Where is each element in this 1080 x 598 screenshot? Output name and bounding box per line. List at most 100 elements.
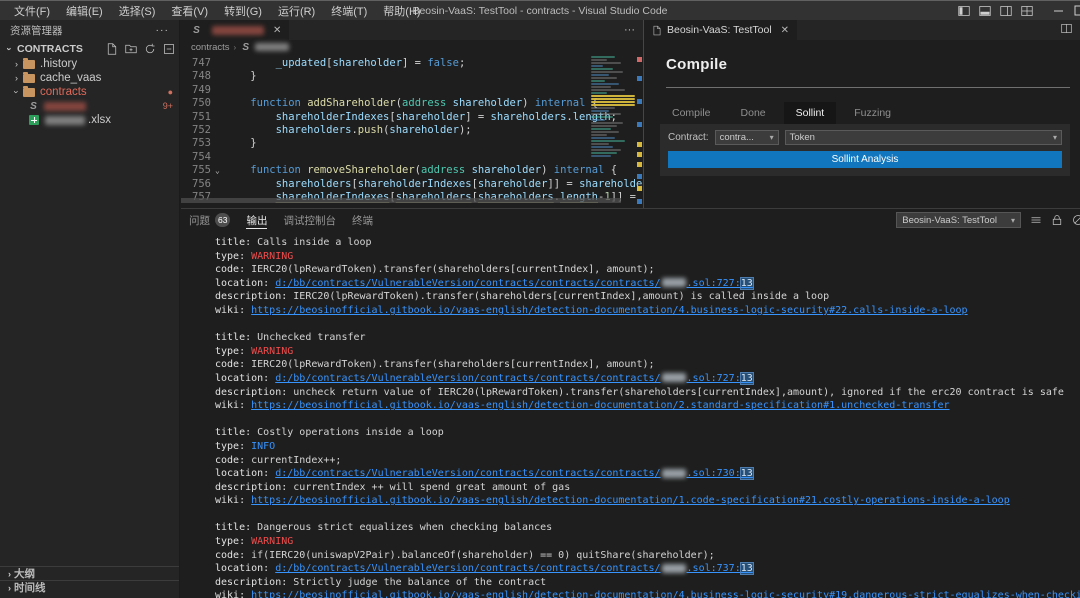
- finding-title-value: Calls inside a loop: [257, 237, 371, 248]
- outline-label: 大纲: [14, 566, 35, 581]
- split-editor-icon[interactable]: [1061, 23, 1072, 37]
- chevron-right-icon: ›: [12, 73, 21, 83]
- panel-tab[interactable]: 问题63: [189, 209, 230, 231]
- menu-item[interactable]: 选择(S): [111, 1, 164, 21]
- folder-icon: [23, 88, 35, 97]
- vaas-tab-fuzzing[interactable]: Fuzzing: [842, 102, 903, 124]
- tree-item-sol[interactable]: S9+: [0, 99, 179, 113]
- menu-item[interactable]: 终端(T): [323, 1, 375, 21]
- close-tab-icon[interactable]: ✕: [273, 25, 281, 36]
- chevron-down-icon: ›: [12, 88, 22, 97]
- code-line[interactable]: 747 _updated[shareholder] = false;: [181, 57, 643, 70]
- finding-title-value: Unchecked transfer: [257, 332, 365, 343]
- field-key: type:: [215, 251, 251, 262]
- code-line[interactable]: 749: [181, 84, 643, 97]
- menu-item[interactable]: 转到(G): [216, 1, 270, 21]
- fold-chevron-icon: ⌄: [215, 164, 225, 177]
- location-column-highlight: 13: [741, 373, 753, 384]
- code-line[interactable]: 751 shareholderIndexes[shareholder] = sh…: [181, 111, 643, 124]
- field-key: title:: [215, 332, 257, 343]
- tree-item-contracts[interactable]: ›contracts●: [0, 85, 179, 99]
- vaas-tab-sollint[interactable]: Sollint: [784, 102, 837, 124]
- line-number: 755: [181, 164, 215, 177]
- finding-wiki: wiki: https://beosinofficial.gitbook.io/…: [215, 494, 1080, 508]
- code-line[interactable]: 753 }: [181, 137, 643, 150]
- field-key: wiki:: [215, 590, 251, 598]
- wiki-link[interactable]: https://beosinofficial.gitbook.io/vaas-e…: [251, 305, 967, 316]
- toggle-panel-icon[interactable]: [979, 5, 991, 17]
- tree-item-cache_vaas[interactable]: ›cache_vaas: [0, 71, 179, 85]
- panel-tab[interactable]: 终端: [352, 209, 373, 231]
- fold-gutter: [215, 57, 225, 70]
- field-key: wiki:: [215, 495, 251, 506]
- vaas-tab-done[interactable]: Done: [729, 102, 778, 124]
- outline-section[interactable]: › 大纲: [0, 566, 179, 580]
- output-filter-icon[interactable]: [1030, 214, 1042, 226]
- finding-wiki: wiki: https://beosinofficial.gitbook.io/…: [215, 399, 1080, 413]
- token-select[interactable]: Token ▾: [785, 130, 1062, 145]
- minimize-icon[interactable]: [1053, 5, 1064, 16]
- vaas-editor-tab[interactable]: Beosin-VaaS: TestTool ✕: [644, 20, 798, 40]
- wiki-link[interactable]: https://beosinofficial.gitbook.io/vaas-e…: [251, 495, 1010, 506]
- output-channel-select[interactable]: Beosin-VaaS: TestTool ▾: [896, 212, 1021, 228]
- code-line[interactable]: 754: [181, 151, 643, 164]
- close-tab-icon[interactable]: ✕: [781, 25, 789, 36]
- toggle-sidebar-icon[interactable]: [958, 5, 970, 17]
- location-link[interactable]: d:/bb/contracts/VulnerableVersion/contra…: [275, 373, 753, 384]
- code-line[interactable]: 748 }: [181, 70, 643, 83]
- explorer-more-actions-icon[interactable]: ···: [156, 24, 170, 36]
- finding-type: type: INFO: [215, 440, 1080, 454]
- finding-description-value: currentIndex ++ will spend great amount …: [293, 482, 570, 493]
- line-number: 754: [181, 151, 215, 164]
- menu-item[interactable]: 查看(V): [163, 1, 216, 21]
- location-link[interactable]: d:/bb/contracts/VulnerableVersion/contra…: [275, 563, 753, 574]
- lock-scrolling-icon[interactable]: [1051, 214, 1063, 226]
- code-line[interactable]: 755⌄ function removeShareholder(address …: [181, 164, 643, 177]
- location-link[interactable]: d:/bb/contracts/VulnerableVersion/contra…: [275, 468, 753, 479]
- refresh-explorer-icon[interactable]: [144, 43, 156, 55]
- collapse-folders-icon[interactable]: [163, 43, 175, 55]
- minimap[interactable]: [591, 56, 635, 208]
- maximize-icon[interactable]: [1074, 5, 1080, 16]
- code-line[interactable]: 750 function addShareholder(address shar…: [181, 97, 643, 110]
- workspace-root-row[interactable]: › CONTRACTS: [0, 40, 179, 57]
- panel-tab[interactable]: 输出: [246, 209, 267, 231]
- new-file-icon[interactable]: [106, 43, 118, 55]
- wiki-link[interactable]: https://beosinofficial.gitbook.io/vaas-e…: [251, 400, 949, 411]
- menu-item[interactable]: 文件(F): [6, 1, 58, 21]
- tree-item-xlsx[interactable]: .xlsx: [0, 113, 179, 127]
- finding-location: location: d:/bb/contracts/VulnerableVers…: [215, 372, 1080, 386]
- chevron-right-icon: ›: [5, 569, 14, 579]
- editor-tab-sol-file[interactable]: S ✕: [181, 20, 290, 40]
- menu-item[interactable]: 帮助(H): [375, 1, 428, 21]
- breadcrumb[interactable]: contracts › S: [181, 40, 643, 54]
- compile-heading: Compile: [666, 56, 1080, 73]
- location-link[interactable]: d:/bb/contracts/VulnerableVersion/contra…: [275, 278, 753, 289]
- breadcrumb-folder[interactable]: contracts: [191, 42, 230, 53]
- vaas-tab-compile[interactable]: Compile: [660, 102, 723, 124]
- tree-item-history[interactable]: ›.history: [0, 57, 179, 71]
- finding-wiki: wiki: https://beosinofficial.gitbook.io/…: [215, 304, 1080, 318]
- field-key: title:: [215, 427, 257, 438]
- location-column-highlight: 13: [741, 468, 753, 479]
- menu-item[interactable]: 编辑(E): [58, 1, 111, 21]
- horizontal-scrollbar[interactable]: [181, 198, 621, 203]
- toggle-secondary-sidebar-icon[interactable]: [1000, 5, 1012, 17]
- clear-output-icon[interactable]: [1072, 214, 1080, 226]
- new-folder-icon[interactable]: [125, 43, 137, 55]
- code-line[interactable]: 756 shareholders[shareholderIndexes[shar…: [181, 178, 643, 191]
- editor-more-actions-icon[interactable]: ···: [624, 24, 635, 36]
- customize-layout-icon[interactable]: [1021, 5, 1033, 17]
- finding-type-value: WARNING: [251, 251, 293, 262]
- panel-tab[interactable]: 调试控制台: [283, 209, 336, 231]
- code-editor[interactable]: 747 _updated[shareholder] = false;748 }7…: [181, 54, 643, 204]
- contract-select[interactable]: contra... ▾: [715, 130, 779, 145]
- field-key: type:: [215, 346, 251, 357]
- sollint-analysis-button[interactable]: Sollint Analysis: [668, 151, 1062, 168]
- output-content[interactable]: title: Calls inside a loop type: WARNING c…: [181, 231, 1080, 598]
- menu-item[interactable]: 运行(R): [270, 1, 323, 21]
- timeline-section[interactable]: › 时间线: [0, 580, 179, 594]
- code-line[interactable]: 752 shareholders.push(shareholder);: [181, 124, 643, 137]
- code-text: }: [225, 70, 257, 83]
- wiki-link[interactable]: https://beosinofficial.gitbook.io/vaas-e…: [251, 590, 1080, 598]
